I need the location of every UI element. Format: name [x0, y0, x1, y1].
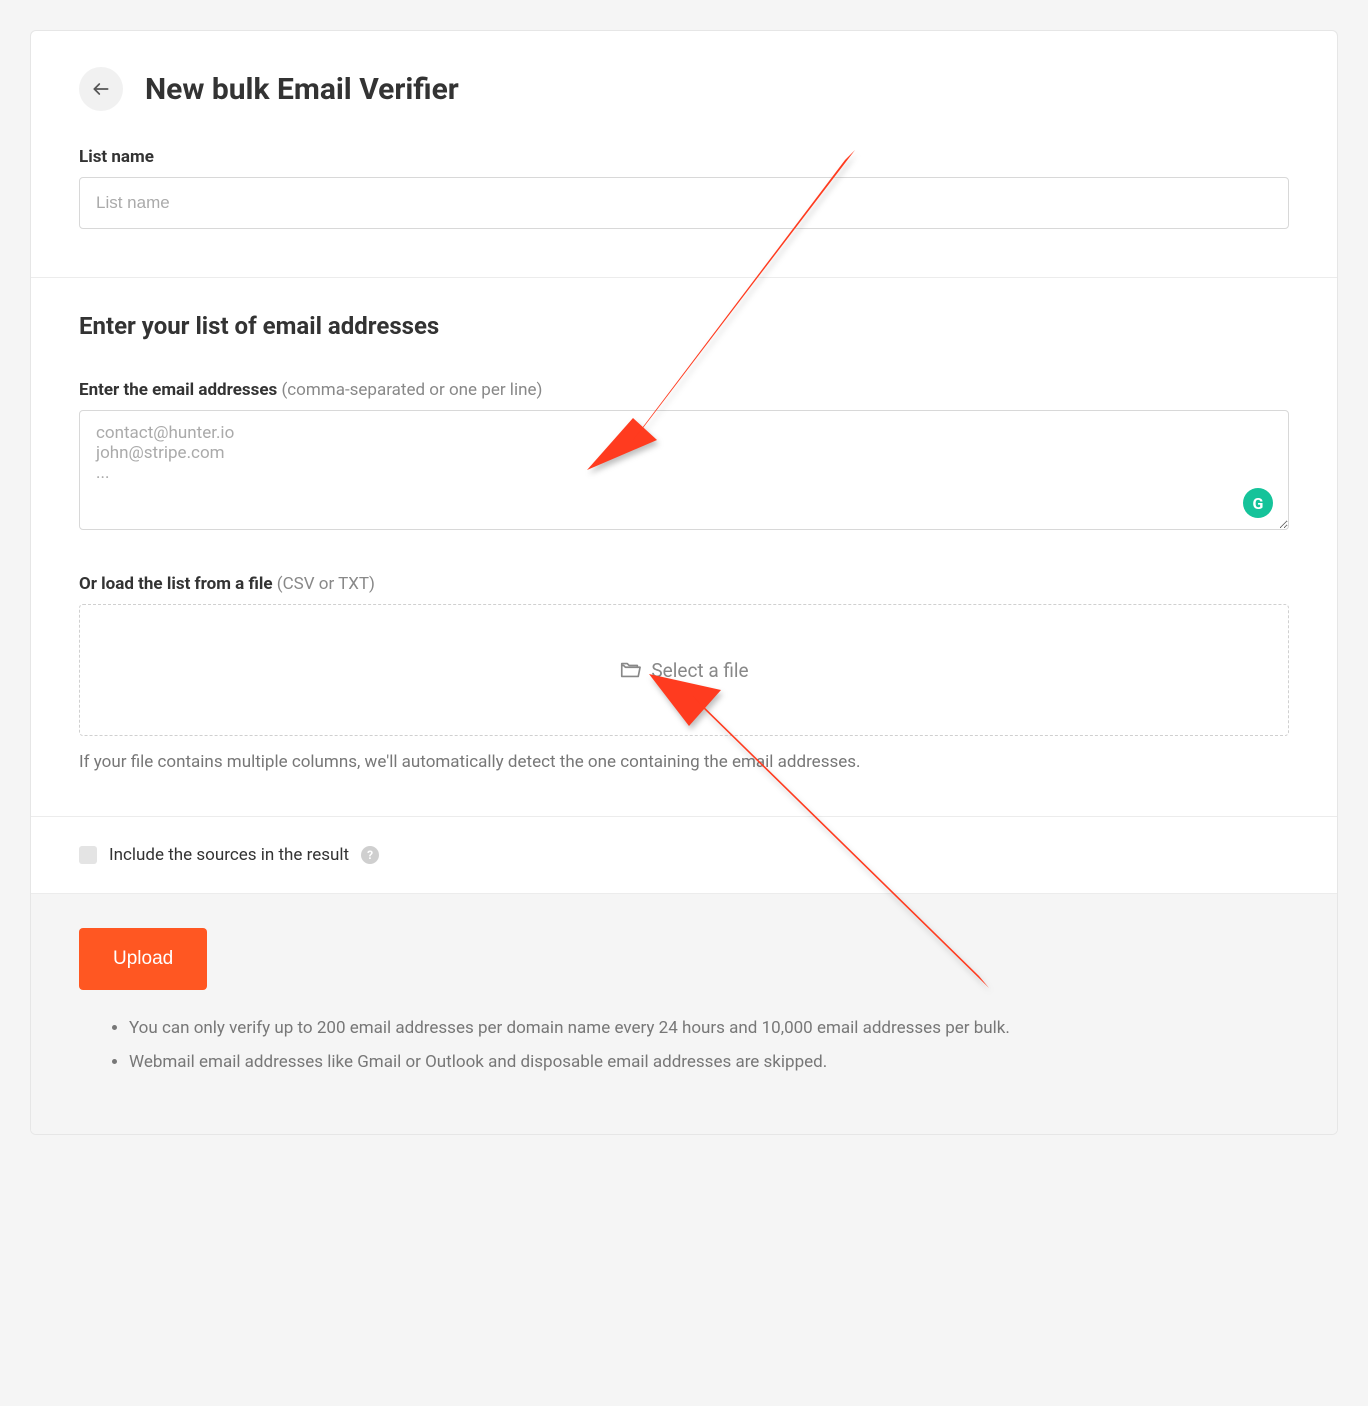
back-button[interactable] — [79, 67, 123, 111]
arrow-left-icon — [91, 79, 111, 99]
file-helper-text: If your file contains multiple columns, … — [79, 752, 1289, 772]
textarea-wrap: G — [79, 410, 1289, 534]
include-sources-label: Include the sources in the result — [109, 845, 349, 865]
file-label: Or load the list from a file (CSV or TXT… — [79, 574, 1289, 594]
form-card: New bulk Email Verifier List name Enter … — [30, 30, 1338, 1135]
enter-emails-hint: (comma-separated or one per line) — [277, 380, 542, 400]
email-textarea-block: Enter the email addresses (comma-separat… — [79, 380, 1289, 534]
grammarly-icon[interactable]: G — [1243, 488, 1273, 518]
help-icon[interactable]: ? — [361, 846, 379, 864]
header-section: New bulk Email Verifier List name — [31, 31, 1337, 277]
file-drop-zone[interactable]: Select a file — [79, 604, 1289, 736]
file-label-hint: (CSV or TXT) — [273, 574, 375, 594]
footer-section: Upload You can only verify up to 200 ema… — [31, 893, 1337, 1134]
list-name-label: List name — [79, 147, 1289, 167]
include-sources-checkbox[interactable] — [79, 846, 97, 864]
header-row: New bulk Email Verifier — [79, 67, 1289, 111]
options-section: Include the sources in the result ? — [31, 816, 1337, 893]
include-sources-row: Include the sources in the result ? — [79, 845, 1289, 865]
email-section: Enter your list of email addresses Enter… — [31, 277, 1337, 816]
email-section-title: Enter your list of email addresses — [79, 312, 1289, 340]
notes-list: You can only verify up to 200 email addr… — [79, 1018, 1289, 1072]
page-title: New bulk Email Verifier — [145, 72, 459, 107]
select-file-text: Select a file — [651, 659, 748, 682]
emails-textarea[interactable] — [79, 410, 1289, 530]
enter-emails-label: Enter the email addresses (comma-separat… — [79, 380, 1289, 400]
folder-open-icon — [619, 659, 641, 681]
enter-emails-label-text: Enter the email addresses — [79, 380, 277, 400]
note-item: You can only verify up to 200 email addr… — [129, 1018, 1289, 1038]
note-item: Webmail email addresses like Gmail or Ou… — [129, 1052, 1289, 1072]
list-name-input[interactable] — [79, 177, 1289, 229]
file-label-text: Or load the list from a file — [79, 574, 273, 594]
upload-button[interactable]: Upload — [79, 928, 207, 990]
file-block: Or load the list from a file (CSV or TXT… — [79, 574, 1289, 772]
